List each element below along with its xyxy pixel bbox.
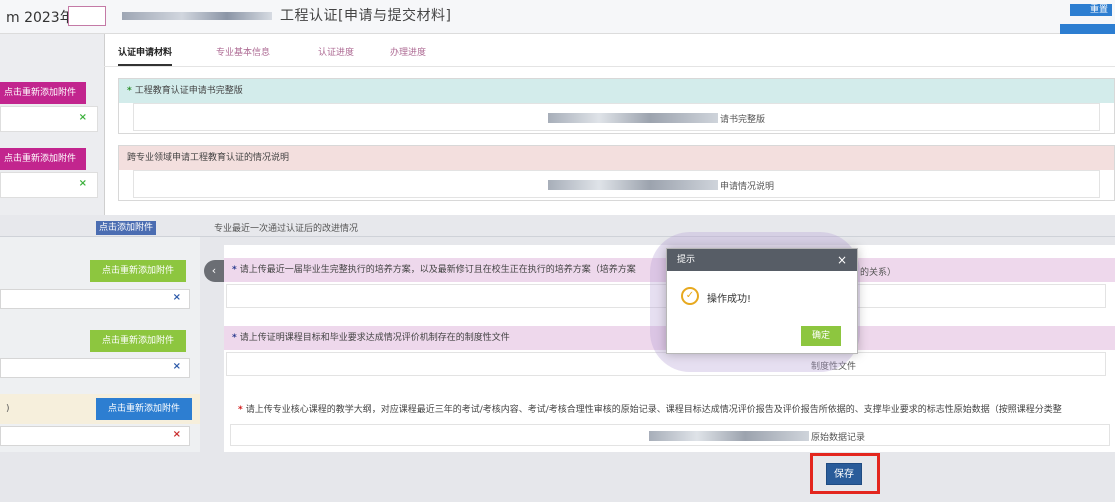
dialog-header: 提示 × [667, 249, 857, 271]
required-icon: * [232, 265, 237, 275]
close-icon[interactable]: × [837, 249, 847, 271]
section-title: 请上传专业核心课程的教学大纲，对应课程最近三年的考试/考核内容、考试/考核合理性… [245, 405, 1062, 415]
section-fragment-text: ) [6, 404, 10, 414]
save-highlight-box [810, 453, 880, 494]
dialog-message: 操作成功! [707, 294, 752, 305]
tab-handling-progress[interactable]: 办理进度 [390, 40, 426, 66]
tab-divider [104, 66, 1115, 67]
add-attachment-button[interactable]: 点击重新添加附件 [0, 148, 86, 170]
attachment-slot: × [0, 358, 190, 378]
required-icon: * [127, 86, 132, 96]
add-attachment-button[interactable]: 点击重新添加附件 [0, 82, 86, 104]
section-application-form: * 工程教育认证申请书完整版 请书完整版 [118, 78, 1115, 134]
success-check-icon: ✓ [681, 287, 699, 305]
add-attachment-button[interactable]: 点击重新添加附件 [96, 398, 192, 420]
top-right-button[interactable]: 重置 [1070, 4, 1112, 16]
section-title: 请上传证明课程目标和毕业要求达成情况评价机制存在的制度性文件 [239, 333, 510, 343]
overlay-strip [0, 215, 1115, 237]
section-header: 跨专业领域申请工程教育认证的情况说明 [119, 146, 1114, 170]
section-course-syllabus: * 请上传专业核心课程的教学大纲，对应课程最近三年的考试/考核内容、考试/考核合理… [228, 398, 1115, 422]
section-title: 跨专业领域申请工程教育认证的情况说明 [127, 153, 290, 163]
attachment-slot: × [0, 289, 190, 309]
logo [68, 6, 106, 26]
required-icon: * [232, 333, 237, 343]
dialog-title: 提示 [677, 255, 696, 265]
remove-icon[interactable]: × [173, 292, 181, 303]
required-icon: * [238, 405, 243, 415]
remove-icon[interactable]: × [173, 361, 181, 372]
attachment-link[interactable]: 申请情况说明 [720, 179, 774, 192]
attachment-link[interactable]: 原始数据记录 [811, 430, 865, 443]
section-title-tail: 的关系） [860, 268, 897, 278]
blurred-filename [548, 180, 718, 190]
tab-program-info[interactable]: 专业基本信息 [216, 40, 270, 66]
add-attachment-button[interactable]: 点击重新添加附件 [90, 330, 186, 352]
tab-application-materials[interactable]: 认证申请材料 [118, 40, 173, 66]
section-title: 工程教育认证申请书完整版 [134, 86, 243, 96]
section-header: * 工程教育认证申请书完整版 [119, 79, 1114, 103]
top-right-bar [1060, 24, 1115, 34]
section-title: 请上传最近一届毕业生完整执行的培养方案，以及最新修订且在校生正在执行的培养方案（… [239, 265, 636, 275]
attachment-link[interactable]: 请书完整版 [720, 112, 765, 125]
blurred-text [122, 12, 272, 20]
attachment-slot: × [0, 106, 98, 132]
add-attachment-button[interactable]: 点击重新添加附件 [90, 260, 186, 282]
page-title: 工程认证[申请与提交材料] [280, 8, 452, 24]
remove-icon[interactable]: × [173, 429, 181, 440]
collapse-left-icon[interactable]: ‹ [204, 260, 224, 282]
attachment-slot: × [0, 426, 190, 446]
attachment-box: 请书完整版 [133, 103, 1100, 131]
section-cross-domain: 跨专业领域申请工程教育认证的情况说明 申请情况说明 [118, 145, 1115, 201]
blurred-filename [548, 113, 718, 123]
add-attachment-button[interactable]: 点击添加附件 [96, 221, 157, 235]
top-bar: m 2023年度 工程认证[申请与提交材料] 重置 [0, 0, 1115, 34]
section-header: * 请上传专业核心课程的教学大纲，对应课程最近三年的考试/考核内容、考试/考核合理… [228, 398, 1115, 422]
section-title: 专业最近一次通过认证后的改进情况 [214, 224, 359, 234]
success-dialog: 提示 × ✓ 操作成功! 确定 [666, 248, 858, 354]
ok-button[interactable]: 确定 [801, 326, 841, 346]
tab-certification-progress[interactable]: 认证进度 [318, 40, 354, 66]
attachment-box: 原始数据记录 [230, 424, 1110, 446]
remove-icon[interactable]: × [79, 112, 87, 123]
attachment-slot: × [0, 172, 98, 198]
attachment-box: 申请情况说明 [133, 170, 1100, 198]
remove-icon[interactable]: × [79, 178, 87, 189]
blurred-filename [649, 431, 809, 441]
